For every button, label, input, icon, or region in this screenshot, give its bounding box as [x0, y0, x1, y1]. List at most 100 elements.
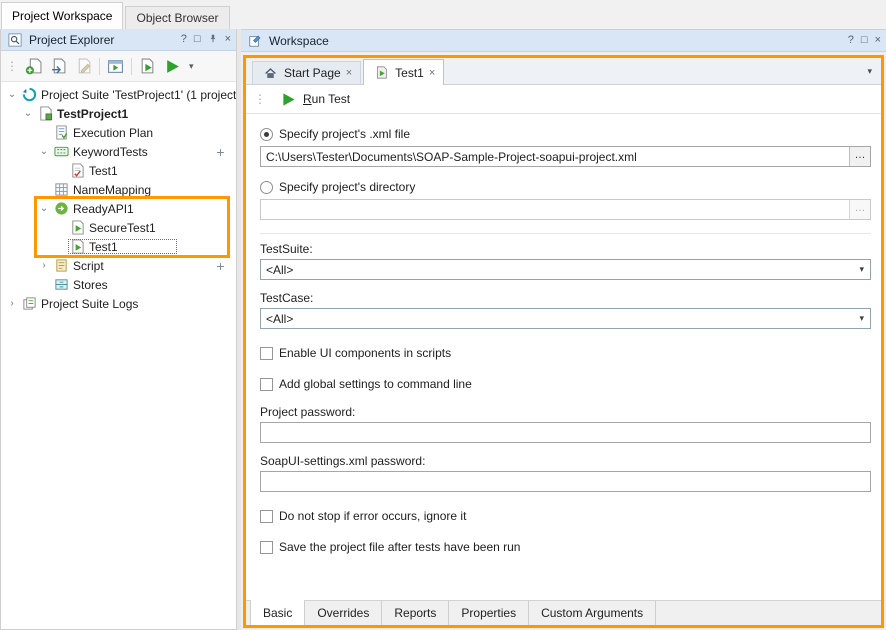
tab-custom-arguments[interactable]: Custom Arguments — [529, 601, 656, 625]
tree-item-script[interactable]: › Script + — [1, 256, 236, 275]
add-existing-item-button[interactable] — [47, 55, 70, 78]
top-tab-bar: Project Workspace Object Browser — [0, 0, 886, 29]
project-password-wrap — [260, 422, 871, 443]
testsuite-dropdown[interactable]: <All> ▾ — [260, 259, 871, 280]
tree-item-readyapi1[interactable]: ⌄ ReadyAPI1 — [1, 199, 236, 218]
run-project-button[interactable] — [161, 55, 184, 78]
toolbar-drag-handle[interactable]: ⋮ — [252, 92, 268, 106]
tree-item-label: KeywordTests — [70, 145, 151, 159]
xml-path-input[interactable] — [260, 146, 871, 167]
tree-item-securetest1[interactable]: SecureTest1 — [1, 218, 236, 237]
bottom-tab-strip: Basic Overrides Reports Properties Custo… — [246, 600, 881, 625]
chevron-down-icon: ▾ — [853, 264, 870, 275]
stores-icon — [52, 277, 70, 292]
soapui-password-input[interactable] — [260, 471, 871, 492]
run-test-button[interactable]: Run Test — [275, 90, 354, 109]
workspace-header: Workspace ? □ × — [241, 30, 886, 52]
xml-path-field-wrap: … — [260, 146, 871, 167]
help-icon[interactable]: ? — [848, 35, 854, 46]
chevron-expanded-icon[interactable]: ⌄ — [36, 204, 52, 214]
toolbar-separator — [99, 58, 100, 75]
organize-tests-button[interactable] — [104, 55, 127, 78]
tree-item-keywordtests[interactable]: ⌄ KeywordTests + — [1, 142, 236, 161]
highlight-frame: Start Page × Test1 × ▾ — [243, 55, 884, 628]
tree-item-test1-keyword[interactable]: Test1 — [1, 161, 236, 180]
tree-item-project-suite-logs[interactable]: › Project Suite Logs — [1, 294, 236, 313]
tab-overrides[interactable]: Overrides — [305, 601, 382, 625]
readyapi-test-icon — [68, 220, 86, 235]
chevron-expanded-icon[interactable]: ⌄ — [20, 109, 36, 119]
chevron-expanded-icon[interactable]: ⌄ — [4, 90, 20, 100]
tab-reports[interactable]: Reports — [382, 601, 449, 625]
checkbox-global-settings[interactable]: Add global settings to command line — [260, 377, 871, 391]
tree-item-testproject1[interactable]: ⌄ TestProject1 — [1, 104, 236, 123]
checkbox-save-project[interactable]: Save the project file after tests have b… — [260, 540, 871, 554]
tab-label: Test1 — [395, 66, 424, 80]
workspace-panel: Workspace ? □ × Start Page × — [241, 29, 886, 630]
checkbox[interactable] — [260, 541, 273, 554]
edit-item-button[interactable] — [72, 55, 95, 78]
keyword-test-icon — [68, 163, 86, 178]
browse-button[interactable]: … — [849, 147, 870, 166]
add-new-item-button[interactable] — [22, 55, 45, 78]
tree-item-stores[interactable]: Stores — [1, 275, 236, 294]
dir-path-input[interactable] — [260, 199, 871, 220]
checkbox-label: Enable UI components in scripts — [279, 346, 451, 360]
project-suite-icon — [20, 87, 38, 102]
test-document-icon — [372, 66, 390, 79]
name-mapping-icon — [52, 182, 70, 197]
radio-button-on[interactable] — [260, 128, 273, 141]
project-password-label: Project password: — [260, 405, 871, 419]
focused-row: Test1 — [68, 239, 177, 254]
radio-specify-directory[interactable]: Specify project's directory — [260, 180, 871, 194]
checkbox[interactable] — [260, 378, 273, 391]
tab-object-browser[interactable]: Object Browser — [125, 6, 229, 29]
add-script-button[interactable]: + — [214, 258, 227, 274]
testcase-dropdown[interactable]: <All> ▾ — [260, 308, 871, 329]
panel-title: Project Explorer — [29, 33, 114, 47]
document-tab-strip: Start Page × Test1 × ▾ — [246, 58, 881, 85]
script-icon — [52, 258, 70, 273]
tree-item-test1-readyapi[interactable]: Test1 — [1, 237, 236, 256]
tab-test1[interactable]: Test1 × — [363, 59, 444, 85]
radio-label: Specify project's .xml file — [279, 127, 410, 141]
close-icon[interactable]: × — [429, 67, 435, 79]
project-password-input[interactable] — [260, 422, 871, 443]
tree-item-execution-plan[interactable]: Execution Plan — [1, 123, 236, 142]
toolbar-more-chevron[interactable]: ▾ — [186, 61, 197, 72]
chevron-collapsed-icon[interactable]: › — [36, 261, 52, 271]
checkbox-enable-ui[interactable]: Enable UI components in scripts — [260, 346, 871, 360]
project-icon — [36, 106, 54, 121]
explorer-toolbar: ⋮ — [1, 51, 236, 82]
checkbox[interactable] — [260, 347, 273, 360]
maximize-icon[interactable]: □ — [194, 34, 201, 45]
add-keyword-test-button[interactable]: + — [214, 144, 227, 160]
help-icon[interactable]: ? — [181, 34, 187, 45]
close-icon[interactable]: × — [346, 67, 352, 79]
chevron-expanded-icon[interactable]: ⌄ — [36, 147, 52, 157]
radio-button-off[interactable] — [260, 181, 273, 194]
close-icon[interactable]: × — [225, 34, 231, 45]
tab-project-workspace[interactable]: Project Workspace — [1, 2, 123, 29]
readyapi-test-icon — [68, 239, 86, 254]
tab-list-chevron-icon[interactable]: ▾ — [867, 66, 872, 77]
browse-button-disabled[interactable]: … — [849, 200, 870, 219]
tree-item-project-suite[interactable]: ⌄ Project Suite 'TestProject1' (1 projec… — [1, 85, 236, 104]
toolbar-drag-handle[interactable]: ⋮ — [4, 59, 20, 73]
chevron-collapsed-icon[interactable]: › — [4, 299, 20, 309]
run-test-item-button[interactable] — [136, 55, 159, 78]
tree-item-namemapping[interactable]: NameMapping — [1, 180, 236, 199]
tree-item-label: Project Suite Logs — [38, 297, 141, 311]
tab-properties[interactable]: Properties — [449, 601, 529, 625]
tab-start-page[interactable]: Start Page × — [252, 61, 361, 84]
tab-basic[interactable]: Basic — [250, 600, 305, 625]
tree-item-label: ReadyAPI1 — [70, 202, 137, 216]
pin-icon[interactable] — [208, 33, 218, 47]
maximize-icon[interactable]: □ — [861, 35, 868, 46]
checkbox[interactable] — [260, 510, 273, 523]
readyapi-icon — [52, 201, 70, 216]
toolbar-separator — [131, 58, 132, 75]
checkbox-no-stop[interactable]: Do not stop if error occurs, ignore it — [260, 509, 871, 523]
close-icon[interactable]: × — [875, 35, 881, 46]
radio-specify-xml[interactable]: Specify project's .xml file — [260, 127, 871, 141]
